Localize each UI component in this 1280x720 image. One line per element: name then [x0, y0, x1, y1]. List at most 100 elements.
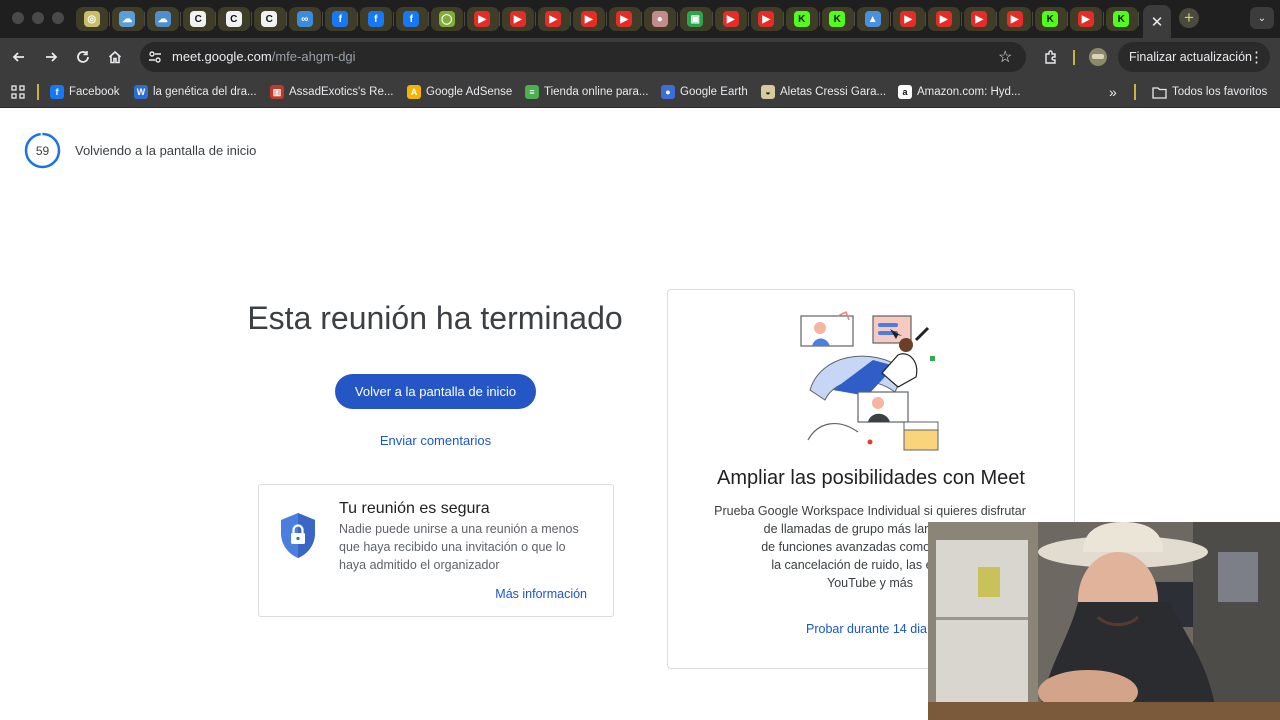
profile-avatar[interactable] — [1087, 46, 1109, 68]
kick-icon: K — [793, 11, 810, 27]
browser-tab[interactable]: ● — [642, 5, 678, 33]
browser-tab[interactable]: ▣ — [678, 5, 714, 33]
bookmark-item[interactable]: Wla genética del dra... — [134, 84, 257, 100]
bookmark-label: Facebook — [69, 86, 120, 98]
browser-tab[interactable]: ☁ — [145, 5, 181, 33]
onedrive-icon: ☁ — [154, 11, 171, 27]
browser-tab[interactable]: ▲ — [855, 5, 891, 33]
browser-tab[interactable]: ▶ — [1068, 5, 1104, 33]
bookmark-label: Google AdSense — [426, 86, 513, 98]
green-app-icon: ▣ — [687, 11, 704, 27]
extensions-button[interactable] — [1040, 46, 1062, 68]
bookmark-item[interactable]: f Facebook — [50, 84, 120, 100]
window-close-icon[interactable] — [12, 12, 24, 24]
back-button[interactable] — [8, 46, 30, 68]
browser-tab[interactable]: K — [820, 5, 856, 33]
tab-search-button[interactable]: ⌄ — [1250, 7, 1274, 29]
amazon-icon: a — [898, 85, 912, 99]
browser-tab[interactable]: ◯ — [429, 5, 465, 33]
google-earth-icon: ● — [661, 85, 675, 99]
kick-icon: K — [829, 11, 846, 27]
facebook-icon: f — [403, 11, 420, 27]
youtube-icon: ▶ — [474, 11, 491, 27]
browser-tab[interactable]: ▶ — [926, 5, 962, 33]
close-tab-icon[interactable]: ✕ — [1151, 13, 1164, 31]
bookmark-item[interactable]: ◒ Aletas Cressi Gara... — [761, 84, 886, 100]
address-bar[interactable]: meet.google.com/mfe-ahgm-dgi ☆ — [140, 42, 1026, 72]
browser-tab[interactable]: ∞ — [287, 5, 323, 33]
avatar-icon — [1089, 48, 1107, 66]
return-home-button[interactable]: Volver a la pantalla de inicio — [335, 374, 536, 409]
try-trial-link[interactable]: Probar durante 14 dia — [806, 622, 927, 636]
browser-tab[interactable]: ▶ — [607, 5, 643, 33]
forward-button[interactable] — [40, 46, 62, 68]
youtube-icon: ▶ — [1077, 11, 1094, 27]
youtube-icon: ▶ — [509, 11, 526, 27]
adsense-icon: A — [407, 85, 421, 99]
more-bookmarks-button[interactable]: » — [1109, 84, 1117, 100]
window-minimize-icon[interactable] — [32, 12, 44, 24]
browser-tab[interactable]: ▶ — [500, 5, 536, 33]
chrome-icon: ◎ — [83, 11, 100, 27]
browser-tab[interactable]: f — [394, 5, 430, 33]
chart-favicon-icon: ▥ — [270, 85, 284, 99]
browser-tab[interactable]: ◎ — [74, 5, 110, 33]
browser-tab[interactable]: K — [784, 5, 820, 33]
bookmark-item[interactable]: ▥ AssadExotics's Re... — [270, 84, 393, 100]
bookmark-divider — [1134, 84, 1136, 100]
bookmark-item[interactable]: a Amazon.com: Hyd... — [898, 84, 1021, 100]
browser-tab[interactable]: f — [323, 5, 359, 33]
more-info-link[interactable]: Más información — [465, 587, 587, 601]
browser-tab[interactable]: ▶ — [465, 5, 501, 33]
tab-list: ◎ ☁ ☁ C C C ∞ f f f ◯ ▶ ▶ ▶ ▶ ▶ ● ▣ ▶ ▶ K K ▲ ▶ ▶ ▶ ▶ K ▶ K — [74, 5, 1139, 33]
browser-tab[interactable]: ▶ — [571, 5, 607, 33]
browser-tab[interactable]: ☁ — [110, 5, 146, 33]
update-button-label: Finalizar actualización — [1129, 50, 1252, 64]
browser-tab[interactable]: ▶ — [713, 5, 749, 33]
more-vert-icon[interactable]: ⋮ — [1249, 48, 1264, 66]
bookmark-label: la genética del dra... — [153, 86, 257, 98]
wordpress-w-icon: W — [134, 85, 148, 99]
send-feedback-link[interactable]: Enviar comentarios — [335, 433, 536, 448]
youtube-icon: ▶ — [971, 11, 988, 27]
bookmark-star-icon[interactable]: ☆ — [998, 47, 1012, 67]
cursive-c-icon: C — [261, 11, 278, 27]
arrow-right-icon — [46, 52, 58, 62]
bookmark-item[interactable]: ≡ Tienda online para... — [525, 84, 648, 100]
new-tab-button[interactable]: + — [1179, 8, 1199, 28]
url-host: meet.google.com — [172, 49, 272, 64]
facebook-icon: f — [50, 85, 64, 99]
browser-tab[interactable]: C — [181, 5, 217, 33]
bookmark-item[interactable]: ● Google Earth — [661, 84, 748, 100]
all-bookmarks-folder[interactable]: Todos los favoritos — [1152, 84, 1267, 100]
browser-tab[interactable]: f — [358, 5, 394, 33]
pink-blob-icon: ● — [651, 11, 668, 27]
browser-tab[interactable]: C — [252, 5, 288, 33]
url-path: /mfe-ahgm-dgi — [271, 49, 356, 64]
youtube-icon: ▶ — [935, 11, 952, 27]
browser-tab[interactable]: ▶ — [891, 5, 927, 33]
browser-tab[interactable]: ▶ — [536, 5, 572, 33]
home-button[interactable] — [104, 46, 126, 68]
bookmark-item[interactable]: A Google AdSense — [407, 84, 512, 100]
bookmark-label: Aletas Cressi Gara... — [780, 86, 887, 98]
reload-icon — [77, 51, 89, 63]
browser-tab[interactable]: C — [216, 5, 252, 33]
apps-button[interactable] — [11, 84, 25, 100]
bookmark-label: Tienda online para... — [544, 86, 649, 98]
active-tab[interactable]: ✕ — [1143, 5, 1171, 38]
browser-tab[interactable]: ▶ — [997, 5, 1033, 33]
facebook-icon: f — [367, 11, 384, 27]
all-bookmarks-label: Todos los favoritos — [1172, 86, 1268, 98]
browser-tab[interactable]: K — [1033, 5, 1069, 33]
browser-tab[interactable]: ▶ — [749, 5, 785, 33]
puzzle-icon — [1045, 50, 1056, 64]
browser-tab[interactable]: ▶ — [962, 5, 998, 33]
site-settings-icon[interactable] — [148, 50, 162, 64]
reload-button[interactable] — [72, 46, 94, 68]
green-circle-icon: ◯ — [438, 11, 455, 27]
update-button[interactable]: Finalizar actualización ⋮ — [1118, 42, 1270, 72]
browser-tab[interactable]: K — [1104, 5, 1140, 33]
window-zoom-icon[interactable] — [52, 12, 64, 24]
youtube-icon: ▶ — [1006, 11, 1023, 27]
